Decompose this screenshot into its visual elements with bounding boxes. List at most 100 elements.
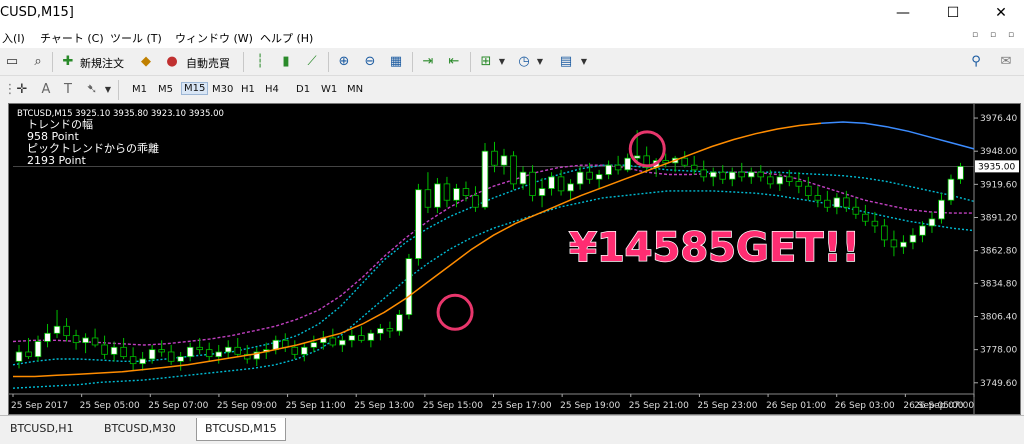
crosshair-icon[interactable]: ✛: [12, 80, 32, 100]
menu-tools[interactable]: ツール (T): [110, 30, 162, 46]
chat-icon[interactable]: ✉: [996, 52, 1016, 72]
candle-body: [567, 183, 574, 192]
candle-body: [177, 356, 184, 362]
candle-body: [814, 195, 822, 201]
text-icon[interactable]: T: [58, 80, 78, 100]
candle-body: [900, 241, 907, 248]
price-chart[interactable]: BTCUSD,M15 3925.10 3935.80 3923.10 3935.…: [8, 103, 1021, 415]
candle-body: [919, 225, 926, 236]
candle-body: [405, 258, 413, 316]
candle-body: [614, 164, 622, 171]
chevron-down-icon[interactable]: ▼: [492, 52, 512, 72]
indicator-value-deviation: 2193 Point: [27, 154, 86, 167]
candle-body: [462, 188, 470, 196]
candle-body: [633, 155, 641, 159]
candle-body: [852, 206, 860, 215]
x-tick-label: 26 Sep 01:00: [766, 401, 826, 411]
candle-body: [605, 164, 612, 175]
menu-help[interactable]: ヘルプ (H): [260, 30, 313, 46]
new-order-icon[interactable]: ✚: [58, 52, 78, 72]
separator: [328, 52, 329, 72]
new-order-button[interactable]: 新規注文: [80, 55, 124, 71]
chart-canvas: BTCUSD,M15 3925.10 3935.80 3923.10 3935.…: [9, 104, 1019, 414]
candle-body: [186, 346, 194, 358]
timeframe-h4[interactable]: H4: [265, 84, 279, 95]
mdi-close-icon[interactable]: ▫: [1008, 30, 1014, 40]
x-tick-label: 26 Sep 03:00: [835, 401, 895, 411]
chart-shift-icon[interactable]: ⇤: [444, 52, 464, 72]
candle-body: [358, 335, 365, 341]
auto-trading-button[interactable]: 自動売買: [186, 55, 230, 71]
candle-body: [377, 328, 384, 334]
candle-body: [843, 197, 850, 208]
candle-body: [339, 339, 346, 346]
tab-btcusd-m15[interactable]: BTCUSD,M15: [196, 418, 286, 441]
candle-body: [548, 176, 555, 189]
tab-btcusd-m30[interactable]: BTCUSD,M30: [96, 418, 184, 440]
chevron-down-icon[interactable]: ▼: [98, 80, 118, 100]
tab-btcusd-h1[interactable]: BTCUSD,H1: [2, 418, 82, 440]
candle-body: [576, 171, 584, 185]
candle-body: [881, 225, 888, 241]
candle-body: [709, 171, 717, 178]
menu-insert[interactable]: 入(I): [2, 30, 25, 46]
timeframe-m15[interactable]: M15: [181, 82, 209, 95]
x-tick-label: 25 Sep 05:00: [80, 401, 140, 411]
candle-body: [291, 346, 299, 355]
text-label-icon[interactable]: A: [36, 80, 56, 100]
candle-body: [728, 171, 736, 180]
minimize-button[interactable]: —: [880, 0, 926, 26]
mdi-minimize-icon[interactable]: ▫: [990, 30, 996, 40]
timeframe-mn[interactable]: MN: [347, 84, 363, 95]
candle-body: [110, 346, 118, 355]
timeframe-m1[interactable]: M1: [132, 84, 147, 95]
x-tick-label: 25 Sep 17:00: [492, 401, 552, 411]
y-tick-label: 3919.60: [980, 180, 1017, 190]
timeframe-m5[interactable]: M5: [158, 84, 173, 95]
candle-body: [424, 189, 432, 208]
candle-body: [453, 188, 460, 201]
mdi-restore-icon[interactable]: ▫: [972, 30, 978, 40]
drawing-toolbar: ⋮ ✛ A T ➷ ▼ M1 M5 M15 M30 H1 H4 D1 W1 MN: [0, 76, 1024, 103]
candle-body: [15, 351, 23, 362]
close-button[interactable]: ✕: [978, 0, 1024, 26]
zoom-out-icon[interactable]: ⊖: [360, 52, 380, 72]
bar-chart-icon[interactable]: ┆: [250, 52, 270, 72]
line-chart-icon[interactable]: ⟋: [302, 52, 322, 72]
timeframe-w1[interactable]: W1: [321, 84, 337, 95]
metaeditor-icon[interactable]: ◆: [136, 52, 156, 72]
auto-scroll-icon[interactable]: ⇥: [418, 52, 438, 72]
timeframe-h1[interactable]: H1: [241, 84, 255, 95]
timeframe-m30[interactable]: M30: [212, 84, 233, 95]
candle-body: [396, 314, 403, 332]
profiles-icon[interactable]: ▭: [2, 52, 22, 72]
timeframe-d1[interactable]: D1: [296, 84, 310, 95]
candle-body: [196, 346, 203, 351]
templates-icon[interactable]: ▤: [556, 52, 576, 72]
menu-window[interactable]: ウィンドウ (W): [175, 30, 253, 46]
maximize-button[interactable]: ☐: [930, 0, 976, 26]
candle-body: [538, 188, 546, 196]
zoom-in-icon[interactable]: ⊕: [334, 52, 354, 72]
y-tick-label: 3976.40: [980, 114, 1017, 124]
zoom-window-icon[interactable]: ⌕: [28, 52, 48, 72]
tile-windows-icon[interactable]: ▦: [386, 52, 406, 72]
y-tick-label: 3862.80: [980, 247, 1017, 257]
x-tick-label: 25 Sep 15:00: [423, 401, 483, 411]
menu-chart[interactable]: チャート (C): [40, 30, 104, 46]
title-bar: CUSD,M15] — ☐ ✕: [0, 0, 1024, 26]
chevron-down-icon[interactable]: ▼: [574, 52, 594, 72]
x-tick-label: 25 Sep 09:00: [217, 401, 277, 411]
x-tick-label: 25 Sep 11:00: [286, 401, 346, 411]
x-tick-label: 25 Sep 13:00: [354, 401, 414, 411]
candle-body: [890, 239, 898, 248]
separator: [470, 52, 471, 72]
candle-body: [329, 337, 337, 346]
candle-body: [690, 164, 698, 171]
candle-body: [776, 176, 784, 185]
candle-body: [386, 328, 394, 332]
candlestick-icon[interactable]: ▮: [276, 52, 296, 72]
auto-trading-icon[interactable]: ●: [162, 52, 182, 72]
chevron-down-icon[interactable]: ▼: [530, 52, 550, 72]
search-icon[interactable]: ⚲: [966, 52, 986, 72]
